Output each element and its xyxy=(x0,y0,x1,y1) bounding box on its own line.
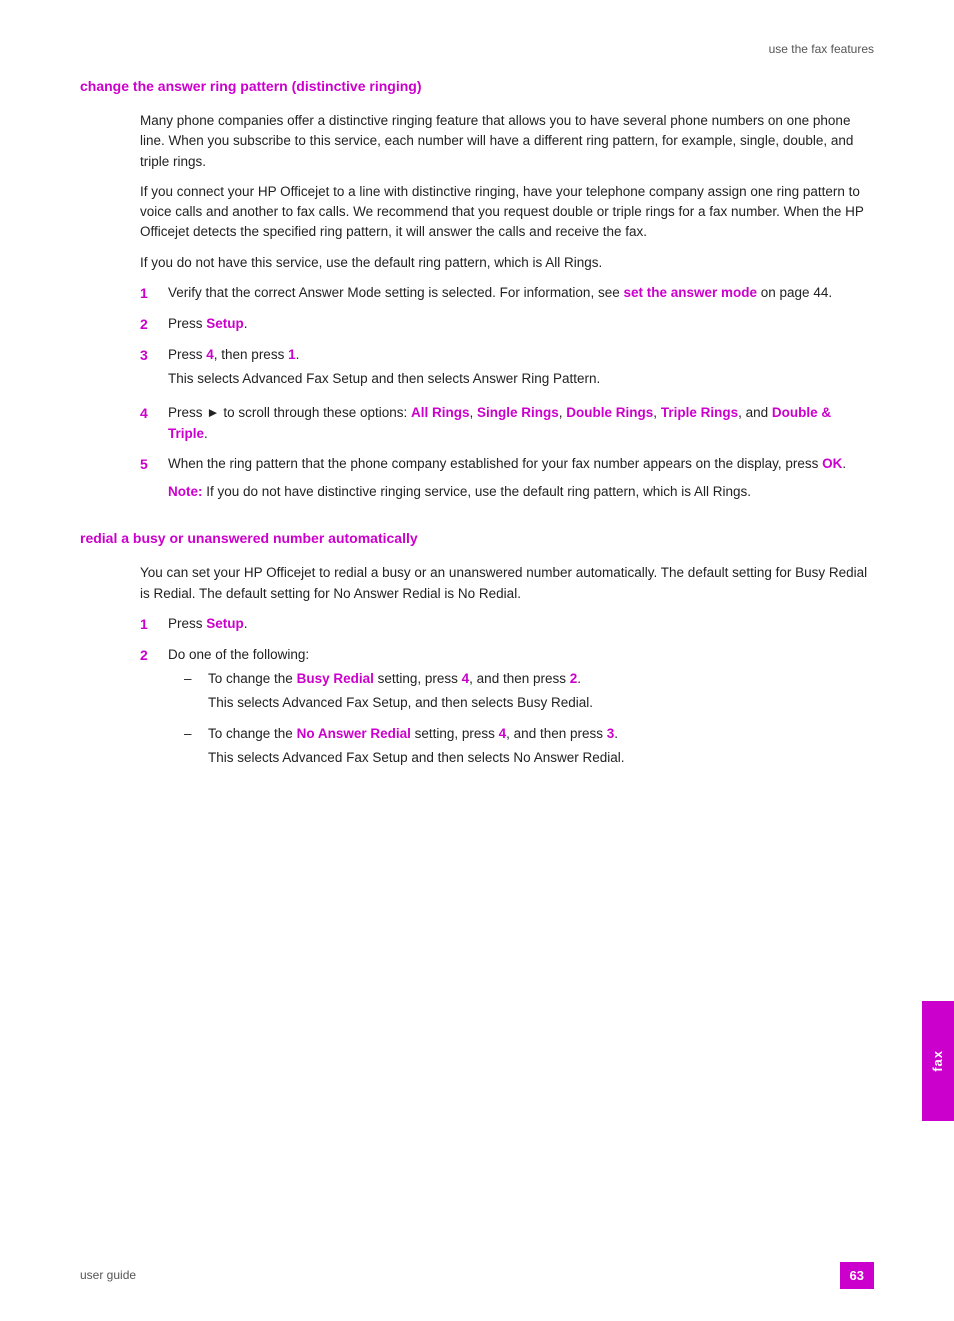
dash-1-main: To change the Busy Redial setting, press… xyxy=(208,669,874,689)
step-3-bold1: 4 xyxy=(206,347,214,362)
section2-para: You can set your HP Officejet to redial … xyxy=(140,563,874,604)
dash-2-bold2: 3 xyxy=(607,726,615,741)
section1-para1: Many phone companies offer a distinctive… xyxy=(140,111,874,172)
step-5-main: When the ring pattern that the phone com… xyxy=(168,454,874,474)
step-1-number: 1 xyxy=(140,283,168,304)
step-4-content: Press ► to scroll through these options:… xyxy=(168,403,874,444)
right-tab-fax: fax xyxy=(922,1001,954,1121)
step-4-link-tripleringsrings[interactable]: Triple Rings xyxy=(661,405,738,420)
dash-1-content: To change the Busy Redial setting, press… xyxy=(208,669,874,718)
section2-title: redial a busy or unanswered number autom… xyxy=(80,528,874,549)
dash-1: – xyxy=(184,669,208,689)
step-4: 4 Press ► to scroll through these option… xyxy=(140,403,874,444)
step-5-number: 5 xyxy=(140,454,168,475)
dash-item-1: – To change the Busy Redial setting, pre… xyxy=(184,669,874,718)
step-2-content: Press Setup. xyxy=(168,314,874,334)
section1-steps: 1 Verify that the correct Answer Mode se… xyxy=(140,283,874,503)
header-text: use the fax features xyxy=(769,42,874,56)
step-1: 1 Verify that the correct Answer Mode se… xyxy=(140,283,874,304)
section2-step-2-subitems: – To change the Busy Redial setting, pre… xyxy=(184,669,874,772)
note-label: Note: xyxy=(168,484,203,499)
dash-1-bold1: 4 xyxy=(462,671,470,686)
step-2: 2 Press Setup. xyxy=(140,314,874,335)
section2-step-1: 1 Press Setup. xyxy=(140,614,874,635)
dash-2-bold1: 4 xyxy=(499,726,507,741)
dash-2-content: To change the No Answer Redial setting, … xyxy=(208,724,874,773)
dash-1-bold2: 2 xyxy=(570,671,578,686)
section1-para3: If you do not have this service, use the… xyxy=(140,253,874,273)
section2-step-2-number: 2 xyxy=(140,645,168,666)
section2-content: You can set your HP Officejet to redial … xyxy=(140,563,874,782)
dash-2: – xyxy=(184,724,208,744)
step-4-number: 4 xyxy=(140,403,168,424)
step-3-main: Press 4, then press 1. xyxy=(168,345,874,365)
footer-page-number: 63 xyxy=(840,1262,874,1290)
step-2-number: 2 xyxy=(140,314,168,335)
step-4-link-allrings[interactable]: All Rings xyxy=(411,405,470,420)
section-redial: redial a busy or unanswered number autom… xyxy=(80,528,874,782)
page-header: use the fax features xyxy=(80,40,874,58)
step-4-link-doubleringsrings[interactable]: Double Rings xyxy=(566,405,653,420)
step-3-sub: This selects Advanced Fax Setup and then… xyxy=(168,369,874,389)
section2-step-2: 2 Do one of the following: – To change t… xyxy=(140,645,874,782)
page: use the fax features change the answer r… xyxy=(0,0,954,1321)
section2-step-1-link[interactable]: Setup xyxy=(206,616,244,631)
section2-step-2-content: Do one of the following: – To change the… xyxy=(168,645,874,782)
step-5-content: When the ring pattern that the phone com… xyxy=(168,454,874,503)
step-5-note: Note: If you do not have distinctive rin… xyxy=(168,482,874,502)
dash-1-sub: This selects Advanced Fax Setup, and the… xyxy=(208,693,874,713)
section2-step-2-main: Do one of the following: xyxy=(168,645,874,665)
step-2-link[interactable]: Setup xyxy=(206,316,244,331)
step-1-link[interactable]: set the answer mode xyxy=(623,285,757,300)
step-4-link-singleringsrings[interactable]: Single Rings xyxy=(477,405,559,420)
busy-redial-link[interactable]: Busy Redial xyxy=(297,671,374,686)
dash-2-main: To change the No Answer Redial setting, … xyxy=(208,724,874,744)
step-5: 5 When the ring pattern that the phone c… xyxy=(140,454,874,503)
step-1-content: Verify that the correct Answer Mode sett… xyxy=(168,283,874,303)
footer: user guide 63 xyxy=(80,1262,874,1290)
step-3-bold2: 1 xyxy=(288,347,296,362)
no-answer-redial-link[interactable]: No Answer Redial xyxy=(297,726,411,741)
right-tab-label: fax xyxy=(928,1050,948,1072)
section1-content: Many phone companies offer a distinctive… xyxy=(140,111,874,502)
dash-item-2: – To change the No Answer Redial setting… xyxy=(184,724,874,773)
section2-steps: 1 Press Setup. 2 Do one of the following… xyxy=(140,614,874,782)
section1-title: change the answer ring pattern (distinct… xyxy=(80,76,874,97)
footer-label: user guide xyxy=(80,1266,136,1284)
step-5-ok-link[interactable]: OK xyxy=(822,456,842,471)
section2-step-1-content: Press Setup. xyxy=(168,614,874,634)
section-change-ring-pattern: change the answer ring pattern (distinct… xyxy=(80,76,874,502)
step-3-number: 3 xyxy=(140,345,168,366)
dash-2-sub: This selects Advanced Fax Setup and then… xyxy=(208,748,874,768)
step-3-content: Press 4, then press 1. This selects Adva… xyxy=(168,345,874,394)
section2-step-1-number: 1 xyxy=(140,614,168,635)
step-3: 3 Press 4, then press 1. This selects Ad… xyxy=(140,345,874,394)
section1-para2: If you connect your HP Officejet to a li… xyxy=(140,182,874,243)
